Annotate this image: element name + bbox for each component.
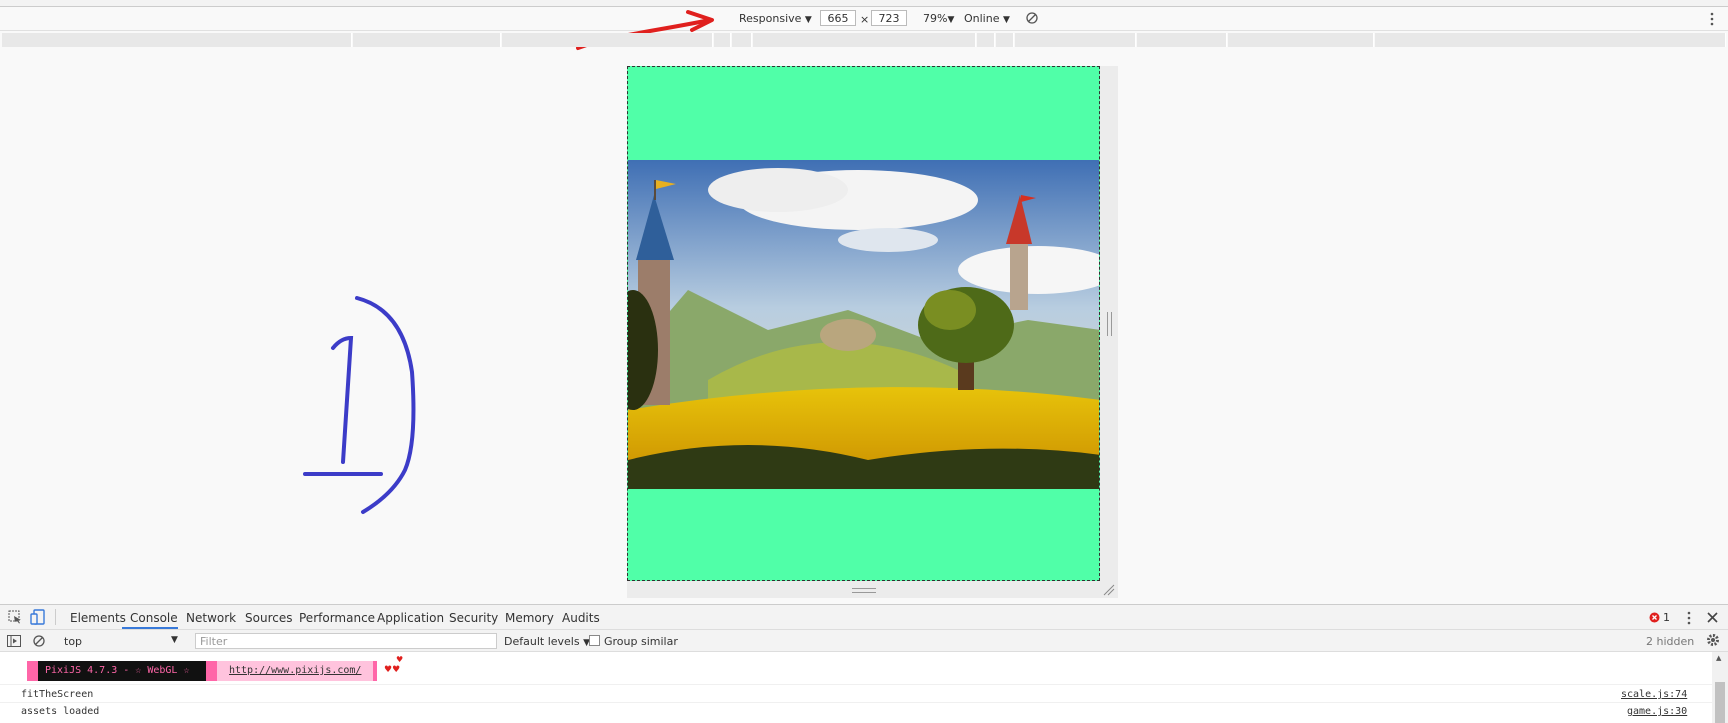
inspect-element-icon[interactable]	[8, 610, 22, 624]
error-count[interactable]: 1	[1663, 611, 1670, 624]
media-query-bar[interactable]	[2, 33, 352, 47]
media-query-bar[interactable]	[502, 33, 713, 47]
tab-application[interactable]: Application	[377, 611, 444, 625]
console-message: assets loaded	[21, 706, 100, 717]
zoom-label: 79%	[923, 12, 948, 25]
tab-console[interactable]: Console	[130, 611, 178, 625]
tab-security[interactable]: Security	[449, 611, 498, 625]
group-similar-label: Group similar	[604, 635, 678, 648]
active-tab-indicator	[122, 627, 178, 629]
pixi-link[interactable]: http://www.pixijs.com/	[229, 665, 361, 676]
divider	[55, 609, 56, 625]
levels-label: Default levels	[504, 635, 580, 648]
error-icon[interactable]	[1649, 612, 1660, 623]
pixi-banner-pink	[27, 661, 38, 681]
annotation-number	[303, 296, 416, 514]
close-icon[interactable]	[1707, 612, 1718, 623]
scrollbar-thumb[interactable]	[1715, 682, 1725, 723]
media-query-bar[interactable]	[996, 33, 1014, 47]
settings-gear-icon[interactable]	[1706, 633, 1720, 647]
pixi-banner-pink	[206, 661, 217, 681]
tab-performance[interactable]: Performance	[299, 611, 375, 625]
pixi-banner-pink	[373, 661, 377, 681]
dropdown-arrow-icon: ▼	[804, 15, 812, 25]
clear-console-icon[interactable]	[33, 635, 45, 647]
tab-memory[interactable]: Memory	[505, 611, 554, 625]
device-select-label: Responsive	[739, 12, 802, 25]
height-input[interactable]: 723	[871, 10, 907, 26]
media-query-bar[interactable]	[1228, 33, 1374, 47]
game-canvas[interactable]	[627, 66, 1100, 581]
media-query-bar[interactable]	[353, 33, 501, 47]
media-query-bar[interactable]	[732, 33, 752, 47]
devtools-tab-bar: Elements Console Network Sources Perform…	[0, 604, 1728, 630]
console-message: fitTheScreen	[21, 689, 94, 700]
media-query-bar[interactable]	[1015, 33, 1136, 47]
dropdown-arrow-icon: ▼	[171, 635, 178, 645]
device-toolbar: Responsive ▼ 665 × 723 79%▼ Online ▼	[0, 7, 1728, 31]
more-options-icon[interactable]	[1709, 11, 1715, 27]
sidebar-toggle-icon[interactable]	[7, 635, 21, 647]
device-select[interactable]: Responsive ▼	[739, 12, 812, 25]
width-input[interactable]: 665	[820, 10, 856, 26]
corner-resize-icon[interactable]	[1103, 584, 1115, 596]
media-query-bar[interactable]	[714, 33, 731, 47]
filter-input[interactable]: Filter	[195, 633, 497, 649]
source-link[interactable]: game.js:30	[1627, 706, 1687, 717]
zoom-select[interactable]: 79%▼	[923, 12, 954, 25]
media-query-bar[interactable]	[977, 33, 995, 47]
console-output: PixiJS 4.7.3 - ☆ WebGL ☆ http://www.pixi…	[0, 652, 1728, 723]
dropdown-arrow-icon: ▼	[947, 15, 955, 25]
levels-select[interactable]: Default levels ▼	[504, 635, 590, 648]
row-divider	[0, 684, 1712, 685]
network-select[interactable]: Online ▼	[964, 12, 1010, 25]
context-label: top	[64, 635, 83, 648]
browser-top-strip	[0, 0, 1728, 7]
devtools-menu-icon[interactable]	[1686, 610, 1692, 626]
times-sign: ×	[860, 13, 870, 26]
device-toggle-icon[interactable]	[30, 609, 46, 625]
media-query-ruler	[0, 33, 1728, 47]
game-background-image	[628, 160, 1099, 489]
tab-audits[interactable]: Audits	[562, 611, 600, 625]
group-similar-checkbox[interactable]	[589, 635, 600, 646]
tab-network[interactable]: Network	[186, 611, 236, 625]
hidden-count: 2 hidden	[1646, 635, 1695, 648]
scroll-up-icon[interactable]: ▲	[1716, 654, 1721, 662]
heart-icon: ♥	[396, 655, 404, 664]
tab-elements[interactable]: Elements	[70, 611, 126, 625]
media-query-bar[interactable]	[753, 33, 976, 47]
network-label: Online	[964, 12, 1000, 25]
media-query-bar[interactable]	[1375, 33, 1726, 47]
bottom-resize-handle[interactable]	[852, 588, 876, 593]
pixi-banner: PixiJS 4.7.3 - ☆ WebGL ☆	[38, 661, 206, 681]
media-query-bar[interactable]	[1137, 33, 1227, 47]
right-resize-handle[interactable]	[1107, 312, 1112, 336]
dropdown-arrow-icon: ▼	[1002, 15, 1010, 25]
context-select[interactable]: top ▼	[57, 632, 182, 650]
row-divider	[0, 702, 1712, 703]
hearts: ♥♥	[384, 665, 401, 675]
tab-sources[interactable]: Sources	[245, 611, 292, 625]
source-link[interactable]: scale.js:74	[1621, 689, 1687, 700]
rotate-icon[interactable]	[1025, 11, 1039, 25]
